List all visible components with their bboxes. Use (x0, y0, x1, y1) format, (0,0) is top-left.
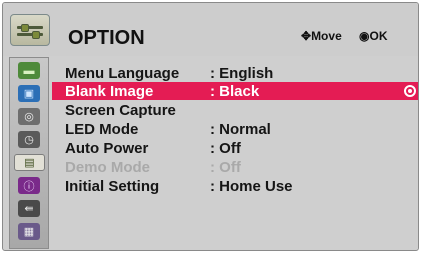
row-value: : Normal (210, 121, 271, 138)
four-way-arrow-icon: ✥ (301, 29, 312, 43)
row-label: Demo Mode (65, 159, 151, 176)
menu-header: OPTION ✥Move ◉OK (3, 3, 418, 56)
category-sidebar: ▬ ▣ ◎ ◷ ▤ ⓘ ⇚ ▦ (9, 57, 49, 249)
row-value: : Off (210, 140, 241, 157)
move-hint-label: Move (311, 29, 342, 43)
row-value: : English (210, 65, 274, 82)
menu-row-auto-power[interactable]: Auto Power : Off (52, 139, 418, 157)
row-value: : Off (210, 159, 241, 176)
row-label: Blank Image (65, 83, 154, 100)
row-label: Auto Power (65, 140, 149, 157)
option-category-icon (10, 14, 50, 46)
page-title: OPTION (68, 27, 145, 49)
row-value: : Black (210, 83, 260, 100)
menu-row-initial-setting[interactable]: Initial Setting : Home Use (52, 177, 418, 195)
menu-row-led-mode[interactable]: LED Mode : Normal (52, 120, 418, 138)
ok-hint-label: OK (369, 29, 388, 43)
audio-icon[interactable]: ◎ (18, 108, 40, 125)
menu-row-menu-language[interactable]: Menu Language : English (52, 64, 418, 82)
row-label: Screen Capture (65, 102, 176, 119)
menu-row-demo-mode: Demo Mode : Off (52, 158, 418, 176)
menu-row-screen-capture[interactable]: Screen Capture (52, 101, 418, 119)
option-list: Menu Language : English Blank Image : Bl… (52, 58, 418, 249)
time-icon[interactable]: ◷ (18, 131, 40, 148)
row-label: Initial Setting (65, 178, 160, 195)
option-menu-panel: OPTION ✥Move ◉OK ▬ ▣ ◎ ◷ ▤ ⓘ ⇚ ▦ Menu La… (2, 2, 419, 251)
ok-circle-icon (404, 85, 416, 97)
slider-knob (32, 31, 40, 39)
row-value: : Home Use (210, 178, 293, 195)
media-icon[interactable]: ▦ (18, 223, 40, 240)
menu-row-blank-image[interactable]: Blank Image : Black (52, 82, 418, 100)
slider-knob (21, 24, 29, 32)
ok-circle-icon: ◉ (359, 29, 370, 43)
option-icon[interactable]: ▤ (14, 154, 45, 171)
picture-icon[interactable]: ▬ (18, 62, 40, 79)
ok-hint: ◉OK (359, 29, 387, 43)
screen-icon[interactable]: ▣ (18, 85, 40, 102)
info-icon[interactable]: ⓘ (18, 177, 40, 194)
row-label: Menu Language (65, 65, 180, 82)
row-label: LED Mode (65, 121, 139, 138)
input-icon[interactable]: ⇚ (18, 200, 40, 217)
move-hint: ✥Move (301, 29, 342, 43)
